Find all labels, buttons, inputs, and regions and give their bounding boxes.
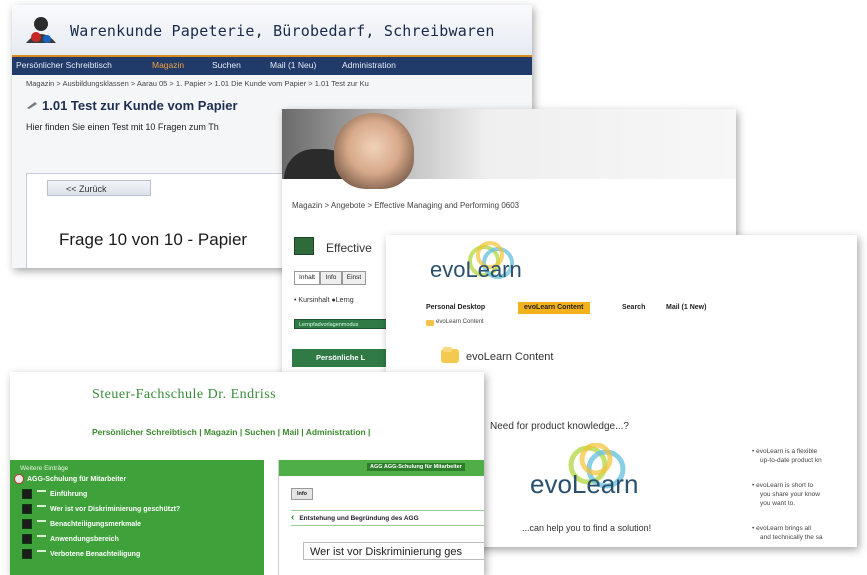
brand-title: Steuer-Fachschule Dr. Endriss <box>92 387 277 402</box>
bullet-3: • evoLearn brings all and technically the… <box>752 525 823 541</box>
checkbox-icon <box>22 549 32 560</box>
main-nav: Persönlicher Schreibtisch Magazin Suchen… <box>12 55 532 75</box>
breadcrumb[interactable]: Magazin > Angebote > Effective Managing … <box>292 201 519 210</box>
sidebar-item-3[interactable]: Benachteiligungsmerkmale <box>22 519 141 530</box>
bullet-1: • evoLearn is a flexible up-to-date produ… <box>752 448 822 464</box>
mode-bar[interactable]: Lernpfadvorlagenmodus <box>294 319 388 329</box>
question-title: Frage 10 von 10 - Papier <box>59 230 248 249</box>
breadcrumb[interactable]: Magazin > Ausbildungsklassen > Aarau 05 … <box>26 79 369 88</box>
nav-personal-desktop[interactable]: Personal Desktop <box>426 302 485 314</box>
checkbox-icon <box>22 504 32 515</box>
checkbox-icon <box>22 489 32 500</box>
nav-admin[interactable]: Administration <box>342 60 396 70</box>
sidebar-item-2[interactable]: Wer ist vor Diskriminierung geschützt? <box>22 504 180 515</box>
section-label: Persönliche L <box>316 353 366 362</box>
test-description: Hier finden Sie einen Test mit 10 Fragen… <box>26 122 219 132</box>
sidebar-item-root[interactable]: AGG-Schulung für Mitarbeiter <box>14 474 126 485</box>
page-title: Warenkunde Papeterie, Bürobedarf, Schrei… <box>70 22 495 40</box>
course-heading: Effective <box>326 241 372 255</box>
tab-einst[interactable]: Einst <box>342 271 366 285</box>
bullet-2: • evoLearn is short to you share your kno… <box>752 482 820 507</box>
course-icon <box>14 474 24 485</box>
nav-desk[interactable]: Persönlicher Schreibtisch <box>16 60 112 70</box>
help-text: ...can help you to find a solution! <box>522 523 652 533</box>
evolearn-logo-large: evoLearn <box>530 443 638 499</box>
nav-magazin[interactable]: Magazin <box>152 60 184 70</box>
tab-info[interactable]: Info <box>320 271 342 285</box>
nav-search[interactable]: Suchen <box>212 60 241 70</box>
sidebar-item-1[interactable]: Einführung <box>22 489 87 500</box>
checkbox-icon <box>22 534 32 545</box>
steuer-nav[interactable]: Persönlicher Schreibtisch | Magazin | Su… <box>92 427 370 437</box>
steuer-window: Steuer-Fachschule Dr. Endriss Persönlich… <box>10 372 484 575</box>
svg-text:evoLearn: evoLearn <box>430 257 522 282</box>
back-button[interactable]: << Zurück <box>47 180 151 196</box>
person-photo <box>334 113 414 189</box>
section-header[interactable]: ‹ Entstehung und Begründung des AGG <box>291 510 484 526</box>
view-options[interactable]: • Kursinhalt ●Lerng <box>294 297 354 304</box>
svg-text:evoLearn: evoLearn <box>530 469 638 499</box>
course-tag[interactable]: AGG AGG-Schulung für Mitarbeiter <box>367 463 465 471</box>
need-text: Need for product knowledge...? <box>490 421 629 432</box>
nav-mail[interactable]: Mail (1 Neu) <box>270 60 316 70</box>
sidebar-item-5[interactable]: Verbotene Benachteiligung <box>22 549 140 560</box>
photo-banner <box>282 109 736 189</box>
main-panel: AGG AGG-Schulung für Mitarbeiter Info ‹ E… <box>278 460 484 575</box>
question-title: Wer ist vor Diskriminierung ges <box>303 542 484 560</box>
chevron-left-icon: ‹ <box>291 512 295 523</box>
checkbox-icon <box>22 519 32 530</box>
test-heading: 1.01 Test zur Kunde vom Papier <box>42 98 238 113</box>
content-small-icon <box>426 320 434 326</box>
nav-mail[interactable]: Mail (1 New) <box>666 302 706 314</box>
link-icon <box>37 550 46 558</box>
learning-suite-logo-icon <box>26 17 56 43</box>
link-icon <box>37 535 46 543</box>
link-icon <box>37 520 46 528</box>
sidebar-heading: Weitere Einträge <box>20 465 69 472</box>
info-button[interactable]: Info <box>291 488 313 500</box>
sidebar-item-4[interactable]: Anwendungsbereich <box>22 534 119 545</box>
pencil-icon <box>27 102 37 109</box>
nav-evolearn-content[interactable]: evoLearn Content <box>518 302 590 314</box>
tab-inhalt[interactable]: Inhalt <box>294 271 320 285</box>
blackboard-icon <box>294 237 314 255</box>
sidebar: Weitere Einträge AGG-Schulung für Mitarb… <box>10 460 264 575</box>
breadcrumb[interactable]: evoLearn Content <box>436 319 484 325</box>
link-icon <box>37 490 46 498</box>
content-heading: evoLearn Content <box>466 351 554 363</box>
evolearn-logo: evoLearn <box>430 241 522 282</box>
course-bar: AGG AGG-Schulung für Mitarbeiter <box>279 460 484 476</box>
nav-search[interactable]: Search <box>622 302 645 314</box>
link-icon <box>37 505 46 513</box>
content-folder-icon <box>441 347 459 363</box>
